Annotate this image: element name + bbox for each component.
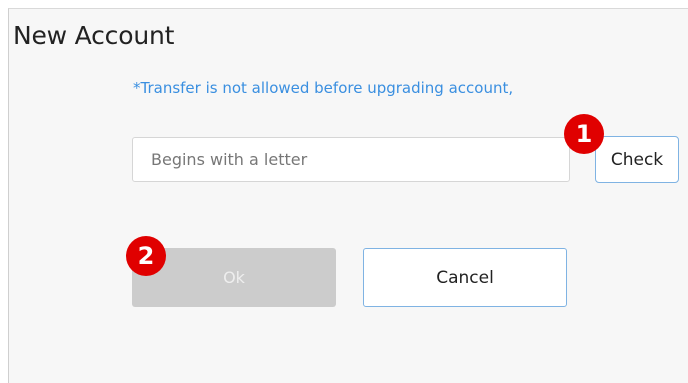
- step-marker-1: 1: [564, 114, 604, 154]
- new-account-dialog: New Account *Transfer is not allowed bef…: [8, 8, 688, 383]
- check-button[interactable]: Check: [595, 136, 679, 183]
- account-name-input[interactable]: [132, 137, 570, 182]
- cancel-button[interactable]: Cancel: [363, 248, 567, 307]
- dialog-title: New Account: [13, 21, 175, 50]
- transfer-notice: *Transfer is not allowed before upgradin…: [133, 79, 514, 97]
- step-marker-2: 2: [126, 236, 166, 276]
